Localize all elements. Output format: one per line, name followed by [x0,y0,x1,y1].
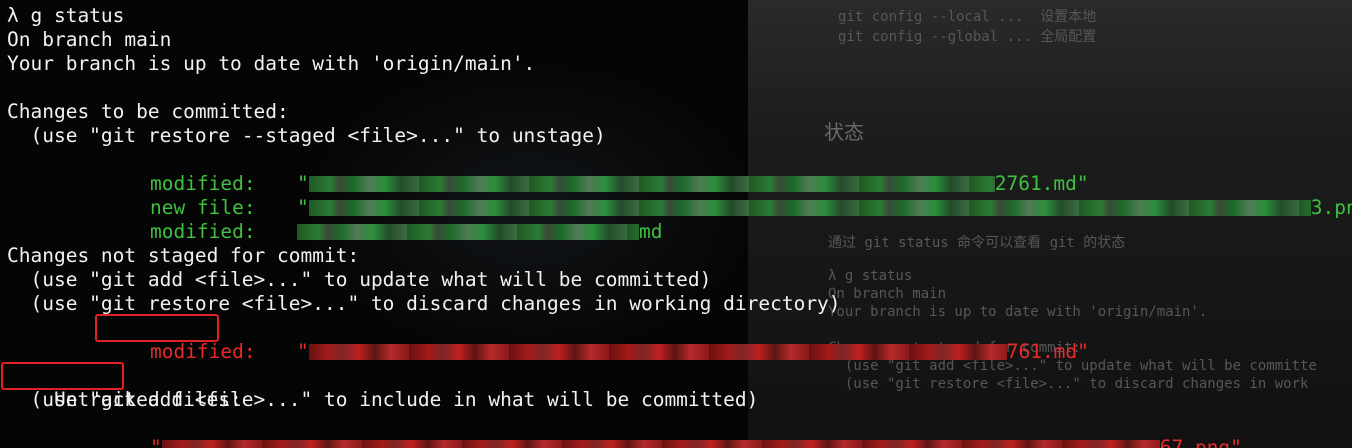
bg-line: git config --local ... 设置本地 [838,9,1097,25]
redacted-path [308,344,1007,360]
path-suffix: 761.md" [1006,340,1089,363]
unstaged-hint: (use "git restore <file>..." to discard … [7,292,841,315]
redacted-path [161,440,1160,448]
unstaged-hint: (use "git add <file>..." to update what … [7,268,712,291]
staged-entry: new file: [103,172,256,219]
bg-line: (use "git restore <file>..." to discard … [828,376,1309,392]
bg-line: git config --global ... 全局配置 [838,29,1097,45]
uptodate-line: Your branch is up to date with 'origin/m… [7,52,536,75]
background-window: git config --local ... 设置本地 git config -… [748,0,1352,448]
terminal-window[interactable]: git config --local ... 设置本地 git config -… [0,0,1352,448]
unstaged-entry-path: " 761.md" [250,316,1089,363]
file-status: modified: [149,220,256,243]
path-suffix: md [638,220,663,243]
staged-entry: modified: [103,196,256,243]
staged-entry: modified: [103,148,256,195]
file-status: modified: [149,340,256,363]
unstaged-header: Changes not staged for commit: [7,244,360,267]
path-prefix: " [296,340,309,363]
bg-line: On branch main [828,286,947,302]
staged-entry-path: "3.png" [250,172,1352,219]
branch-line: On branch main [7,28,172,51]
bg-line: 通过 git status 命令可以查看 git 的状态 [828,235,1126,251]
bg-heading: 状态 [824,120,864,144]
untracked-hint: (use "git add <file>..." to include in w… [7,388,759,411]
redacted-path [296,224,639,240]
path-suffix: 3.png" [1310,196,1352,219]
annotation-box-modified [95,314,219,342]
path-prefix: " [149,436,162,448]
path-suffix: 67.png" [1159,436,1242,448]
bg-line: λ g status [828,268,913,284]
annotation-box-untracked [1,362,124,390]
command-line: λ g status [7,4,125,27]
untracked-entry: " 67.png" [103,412,1242,448]
staged-header: Changes to be committed: [7,100,289,123]
staged-entry-path: md [250,196,662,243]
staged-hint: (use "git restore --staged <file>..." to… [7,124,606,147]
staged-entry-path: " 2761.md" [250,148,1089,195]
